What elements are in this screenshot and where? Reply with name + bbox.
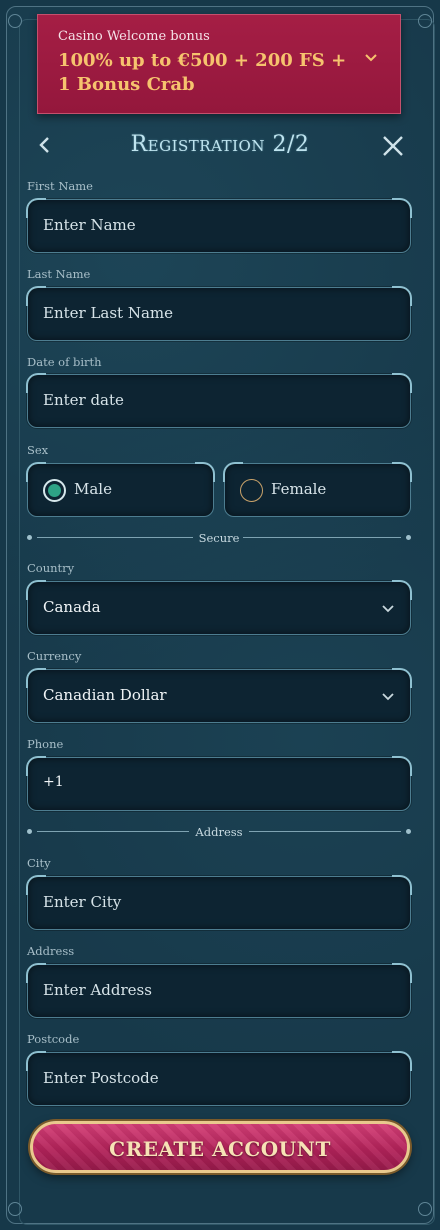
radio-checked-icon (43, 479, 66, 502)
bonus-subtitle: Casino Welcome bonus (58, 29, 210, 44)
currency-value: Canadian Dollar (43, 686, 167, 704)
last-name-label: Last Name (27, 267, 91, 281)
dob-label: Date of birth (27, 355, 102, 369)
postcode-placeholder: Enter Postcode (43, 1069, 159, 1087)
first-name-label: First Name (27, 179, 93, 193)
corner-ornament (8, 1202, 22, 1216)
sex-option-male-label: Male (74, 480, 112, 498)
sex-option-female-label: Female (271, 480, 327, 498)
sex-label: Sex (27, 443, 49, 457)
address-label: Address (27, 944, 75, 958)
currency-label: Currency (27, 649, 82, 663)
radio-unchecked-icon (240, 479, 263, 502)
address-divider-label: Address (195, 825, 243, 839)
sex-option-male[interactable]: Male (26, 462, 215, 517)
secure-divider: Secure (27, 531, 411, 545)
phone-input[interactable]: +1 (26, 756, 412, 811)
welcome-bonus-banner[interactable]: Casino Welcome bonus 100% up to €500 + 2… (37, 14, 401, 114)
city-label: City (27, 856, 51, 870)
country-select[interactable]: Canada (26, 580, 412, 635)
corner-ornament (8, 14, 22, 28)
address-divider: Address (27, 825, 411, 839)
currency-select[interactable]: Canadian Dollar (26, 668, 412, 723)
phone-value: +1 (43, 774, 64, 790)
create-account-label: CREATE ACCOUNT (109, 1137, 331, 1161)
last-name-placeholder: Enter Last Name (43, 304, 174, 322)
address-input[interactable]: Enter Address (26, 963, 412, 1018)
address-placeholder: Enter Address (43, 981, 152, 999)
sex-option-female[interactable]: Female (223, 462, 412, 517)
phone-label: Phone (27, 737, 64, 751)
chevron-down-icon (382, 605, 394, 613)
country-label: Country (27, 561, 75, 575)
postcode-label: Postcode (27, 1032, 80, 1046)
chevron-down-icon[interactable] (364, 51, 378, 65)
secure-divider-label: Secure (198, 531, 240, 545)
first-name-placeholder: Enter Name (43, 216, 136, 234)
bonus-title: 100% up to €500 + 200 FS + 1 Bonus Crab (58, 50, 347, 95)
city-placeholder: Enter City (43, 893, 122, 911)
first-name-input[interactable]: Enter Name (26, 198, 412, 253)
last-name-input[interactable]: Enter Last Name (26, 286, 412, 341)
dob-placeholder: Enter date (43, 391, 124, 409)
postcode-input[interactable]: Enter Postcode (26, 1051, 412, 1106)
corner-ornament (418, 1202, 432, 1216)
corner-ornament (418, 14, 432, 28)
city-input[interactable]: Enter City (26, 875, 412, 930)
chevron-down-icon (382, 693, 394, 701)
create-account-button[interactable]: CREATE ACCOUNT (30, 1121, 410, 1173)
dob-input[interactable]: Enter date (26, 373, 412, 428)
country-value: Canada (43, 598, 101, 616)
page-title: Registration 2/2 (130, 132, 310, 157)
close-icon[interactable] (380, 133, 406, 159)
